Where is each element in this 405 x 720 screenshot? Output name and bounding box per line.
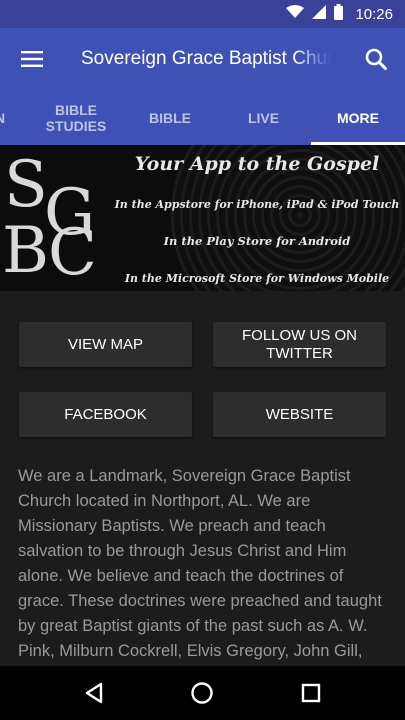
about-text: We are a Landmark, Sovereign Grace Bapti… [18,467,382,660]
tab-bar: N BIBLE STUDIES BIBLE LIVE MORE [0,90,405,145]
sgbc-logo: S G B C [2,148,97,290]
status-bar: 10:26 [0,0,405,28]
banner-line-microsoft: In the Microsoft Store for Windows Mobil… [124,272,390,285]
signal-icon [312,4,327,24]
view-map-button[interactable]: VIEW MAP [19,322,192,367]
wifi-icon [286,4,305,24]
battery-icon [334,3,344,25]
search-icon[interactable] [361,44,391,74]
app-title: Sovereign Grace Baptist Church [81,48,331,69]
banner-line-appstore: In the Appstore for iPhone, iPad & iPod … [114,198,400,211]
back-triangle-icon[interactable] [69,668,119,718]
tab-live[interactable]: LIVE [216,90,311,145]
system-nav-bar [0,666,405,720]
website-button[interactable]: WEBSITE [213,392,386,437]
tab-partial[interactable]: N [0,90,10,145]
tab-more[interactable]: MORE [311,90,405,145]
status-time: 10:26 [355,5,393,23]
follow-twitter-button[interactable]: FOLLOW US ON TWITTER [213,322,386,367]
tab-bible-studies[interactable]: BIBLE STUDIES [28,90,124,145]
tab-bible[interactable]: BIBLE [124,90,216,145]
facebook-button[interactable]: FACEBOOK [19,392,192,437]
home-circle-icon[interactable] [177,668,227,718]
hamburger-menu-icon[interactable] [0,28,64,90]
banner-image: S G B C Your App to the Gospel In the Ap… [0,145,405,291]
banner-line-playstore: In the Play Store for Android [163,234,351,248]
banner-headline: Your App to the Gospel [134,153,380,175]
recents-square-icon[interactable] [286,668,336,718]
app-bar: Sovereign Grace Baptist Church [0,28,405,90]
